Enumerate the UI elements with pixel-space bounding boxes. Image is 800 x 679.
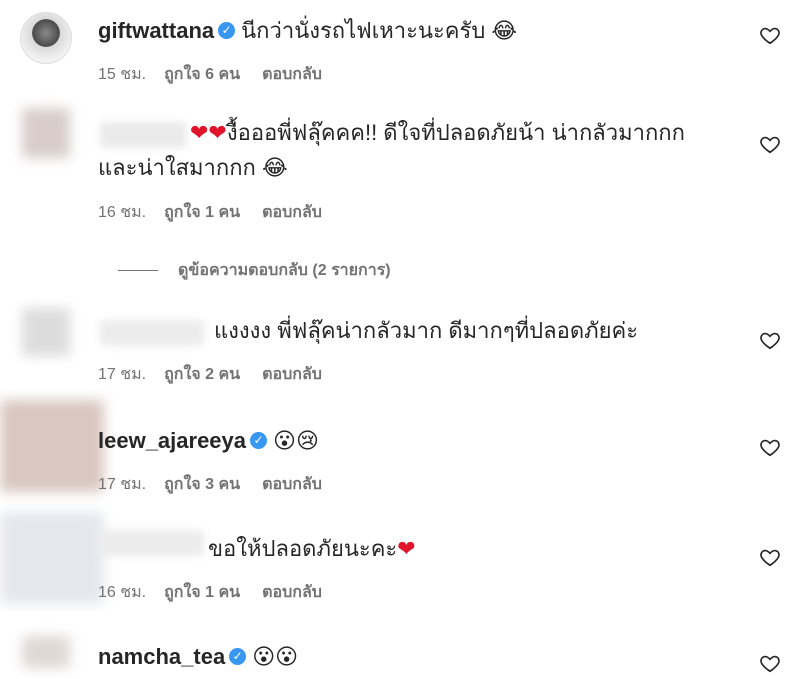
heart-outline-icon (760, 655, 780, 673)
username[interactable]: giftwattana (98, 18, 214, 43)
comment-meta: 16 ชม. ถูกใจ 1 คน ตอบกลับ (98, 580, 344, 605)
timestamp[interactable]: 17 ชม. (98, 366, 146, 383)
comment-text: leew_ajareeya ✓ 😮😢 (98, 424, 319, 459)
likes-count[interactable]: ถูกใจ 6 คน (164, 66, 240, 83)
comment-meta: 17 ชม. ถูกใจ 3 คน ตอบกลับ (98, 472, 344, 497)
like-button[interactable] (759, 436, 781, 458)
reply-button[interactable]: ตอบกลับ (262, 204, 322, 221)
comment-text: แงงงง พี่ฟลุ๊คน่ากลัวมาก ดีมากๆที่ปลอดภั… (214, 314, 638, 348)
comment-meta: 16 ชม. ถูกใจ 1 คน ตอบกลับ (98, 200, 344, 225)
comment-text: giftwattana ✓ นีกว่านั่งรถไฟเหาะนะครับ 😂 (98, 14, 517, 49)
comment-text: namcha_tea ✓ 😮😮 (98, 640, 298, 675)
likes-count[interactable]: ถูกใจ 2 คน (164, 366, 240, 383)
timestamp[interactable]: 17 ชม. (98, 476, 146, 493)
comment-body: นีกว่านั่งรถไฟเหาะนะครับ (241, 18, 486, 43)
heart-emoji: ❤❤ (190, 121, 227, 146)
emoji: 😮😢 (273, 429, 319, 454)
like-button[interactable] (759, 546, 781, 568)
verified-badge-icon: ✓ (250, 431, 268, 449)
username[interactable]: leew_ajareeya (98, 428, 246, 453)
like-button[interactable] (759, 329, 781, 351)
emoji: 😮😮 (252, 645, 299, 670)
reply-button[interactable]: ตอบกลับ (262, 66, 322, 83)
avatar[interactable] (20, 12, 72, 64)
comment-text: ขอให้ปลอดภัยนะคะ❤ (208, 532, 416, 567)
timestamp[interactable]: 15 ชม. (98, 66, 146, 83)
avatar[interactable] (0, 400, 104, 492)
avatar[interactable] (22, 308, 70, 356)
like-button[interactable] (759, 652, 781, 674)
likes-count[interactable]: ถูกใจ 3 คน (164, 476, 240, 493)
timestamp[interactable]: 16 ชม. (98, 584, 146, 601)
heart-outline-icon (760, 136, 780, 154)
heart-emoji: ❤ (397, 537, 416, 562)
comment-body: แงงงง พี่ฟลุ๊คน่ากลัวมาก ดีมากๆที่ปลอดภั… (214, 318, 639, 343)
view-replies-button[interactable]: ดูข้อความตอบกลับ (2 รายการ) (118, 258, 391, 283)
like-button[interactable] (759, 24, 781, 46)
emoji: 😂 (261, 156, 288, 181)
avatar[interactable] (22, 108, 70, 158)
likes-count[interactable]: ถูกใจ 1 คน (164, 584, 240, 601)
verified-badge-icon: ✓ (229, 647, 247, 665)
like-button[interactable] (759, 133, 781, 155)
username-redacted (100, 320, 204, 346)
avatar[interactable] (0, 512, 104, 604)
timestamp[interactable]: 16 ชม. (98, 204, 146, 221)
comment-body: ขอให้ปลอดภัยนะคะ (208, 536, 398, 561)
heart-outline-icon (760, 549, 780, 567)
view-replies-label: ดูข้อความตอบกลับ (2 รายการ) (178, 262, 391, 279)
heart-outline-icon (760, 439, 780, 457)
verified-badge-icon: ✓ (218, 21, 236, 39)
likes-count[interactable]: ถูกใจ 1 คน (164, 204, 240, 221)
username[interactable]: namcha_tea (98, 644, 225, 669)
reply-button[interactable]: ตอบกลับ (262, 584, 322, 601)
heart-outline-icon (760, 27, 780, 45)
comment-meta: 17 ชม. ถูกใจ 2 คน ตอบกลับ (98, 362, 344, 387)
avatar[interactable] (22, 636, 70, 668)
reply-button[interactable]: ตอบกลับ (262, 476, 322, 493)
emoji: 😂 (491, 19, 518, 44)
divider (118, 270, 158, 271)
comment-meta: 15 ชม. ถูกใจ 6 คน ตอบกลับ (98, 62, 344, 87)
reply-button[interactable]: ตอบกลับ (262, 366, 322, 383)
comment-text: ❤❤งื้อออพี่ฟลุ๊คคค!! ดีใจที่ปลอดภัยน้า น… (98, 116, 718, 186)
comment-body: งื้อออพี่ฟลุ๊คคค!! ดีใจที่ปลอดภัยน้า น่า… (98, 120, 685, 180)
heart-outline-icon (760, 332, 780, 350)
username-redacted (98, 530, 204, 556)
